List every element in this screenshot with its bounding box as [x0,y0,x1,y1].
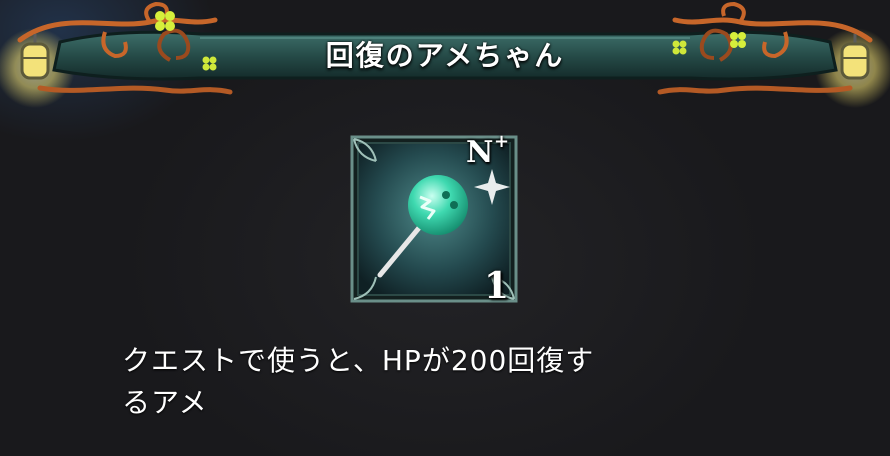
description-line-2: るアメ [122,386,208,419]
rarity-plus: + [494,131,510,152]
title-banner: 回復のアメちゃん [0,0,890,110]
description-line-1: クエストで使うと、HPが200回復す [122,344,595,377]
item-detail-screen: 回復のアメちゃん N + 1 クエストで使うと、HPが200回復す るアメ [0,0,890,456]
item-quantity: 1 [484,265,510,307]
page-title: 回復のアメちゃん [325,39,565,72]
item-description: クエストで使うと、HPが200回復す るアメ [122,340,762,424]
rarity-badge: N + [466,131,526,179]
rarity-label: N [466,135,494,170]
item-card[interactable]: N + 1 [350,131,518,307]
